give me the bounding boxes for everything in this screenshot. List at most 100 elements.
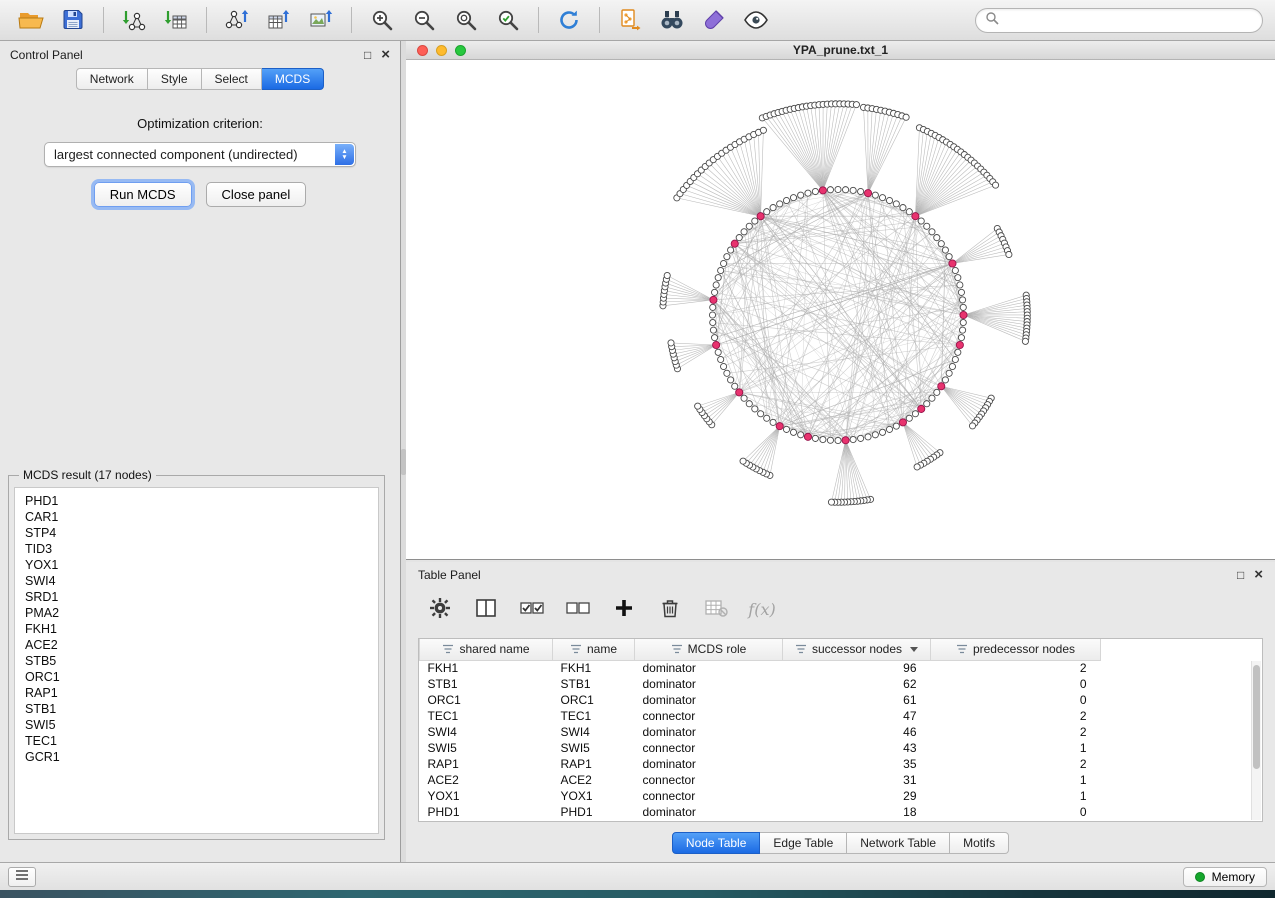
close-window-icon[interactable] — [417, 45, 428, 56]
table-row[interactable]: TEC1 TEC1 connector 47 2 — [420, 708, 1263, 724]
search-input[interactable] — [1005, 13, 1253, 27]
column-header-shared-name[interactable]: shared name — [420, 639, 553, 660]
mcds-result-item[interactable]: FKH1 — [25, 621, 378, 637]
table-row[interactable]: SWI4 SWI4 dominator 46 2 — [420, 724, 1263, 740]
table-row[interactable]: ORC1 ORC1 dominator 61 0 — [420, 692, 1263, 708]
cell-name[interactable]: YOX1 — [553, 788, 635, 804]
close-table-panel-icon[interactable]: × — [1254, 569, 1263, 581]
zoom-out-button[interactable] — [405, 4, 443, 36]
cell-name[interactable]: SWI5 — [553, 740, 635, 756]
cell-mcds-role[interactable]: connector — [635, 772, 783, 788]
cell-name[interactable]: RAP1 — [553, 756, 635, 772]
maximize-window-icon[interactable] — [455, 45, 466, 56]
close-panel-button[interactable]: Close panel — [206, 182, 307, 207]
table-row[interactable]: STB1 STB1 dominator 62 0 — [420, 676, 1263, 692]
cell-successor-nodes[interactable]: 18 — [783, 804, 931, 820]
cell-mcds-role[interactable]: dominator — [635, 724, 783, 740]
show-graphics-details-button[interactable] — [737, 4, 775, 36]
mcds-result-item[interactable]: SWI4 — [25, 573, 378, 589]
mcds-result-item[interactable]: TID3 — [25, 541, 378, 557]
cell-mcds-role[interactable]: connector — [635, 708, 783, 724]
mcds-result-item[interactable]: STP4 — [25, 525, 378, 541]
cell-shared-name[interactable]: STB1 — [420, 676, 553, 692]
cell-successor-nodes[interactable]: 29 — [783, 788, 931, 804]
mcds-result-item[interactable]: SRD1 — [25, 589, 378, 605]
cell-successor-nodes[interactable]: 43 — [783, 740, 931, 756]
show-columns-button[interactable] — [468, 592, 504, 626]
select-all-button[interactable] — [514, 592, 550, 626]
cell-shared-name[interactable]: ACE2 — [420, 772, 553, 788]
deselect-all-button[interactable] — [560, 592, 596, 626]
cell-predecessor-nodes[interactable]: 1 — [931, 772, 1101, 788]
cell-predecessor-nodes[interactable]: 0 — [931, 692, 1101, 708]
cell-name[interactable]: ACE2 — [553, 772, 635, 788]
cell-name[interactable]: STB1 — [553, 676, 635, 692]
float-panel-icon[interactable]: □ — [364, 49, 371, 61]
cell-predecessor-nodes[interactable]: 0 — [931, 676, 1101, 692]
cell-shared-name[interactable]: ORC1 — [420, 692, 553, 708]
export-table-button[interactable] — [260, 4, 298, 36]
cell-mcds-role[interactable]: connector — [635, 740, 783, 756]
cell-predecessor-nodes[interactable]: 2 — [931, 756, 1101, 772]
cell-successor-nodes[interactable]: 31 — [783, 772, 931, 788]
cell-mcds-role[interactable]: dominator — [635, 756, 783, 772]
cell-shared-name[interactable]: PHD1 — [420, 804, 553, 820]
tab-node-table[interactable]: Node Table — [672, 832, 761, 854]
open-file-button[interactable] — [12, 4, 50, 36]
mcds-result-item[interactable]: ORC1 — [25, 669, 378, 685]
mcds-result-item[interactable]: STB1 — [25, 701, 378, 717]
column-header-successor-nodes[interactable]: successor nodes — [783, 639, 931, 660]
table-row[interactable]: RAP1 RAP1 dominator 35 2 — [420, 756, 1263, 772]
close-panel-icon[interactable]: × — [381, 49, 390, 61]
import-table-button[interactable] — [157, 4, 195, 36]
function-builder-button[interactable]: f(x) — [744, 592, 780, 626]
cell-predecessor-nodes[interactable]: 2 — [931, 660, 1101, 676]
zoom-fit-button[interactable] — [447, 4, 485, 36]
cell-mcds-role[interactable]: dominator — [635, 660, 783, 676]
cell-successor-nodes[interactable]: 96 — [783, 660, 931, 676]
cell-successor-nodes[interactable]: 35 — [783, 756, 931, 772]
mcds-result-item[interactable]: GCR1 — [25, 749, 378, 765]
add-column-button[interactable] — [606, 592, 642, 626]
table-row[interactable]: PHD1 PHD1 dominator 18 0 — [420, 804, 1263, 820]
share-network-button[interactable] — [611, 4, 649, 36]
cell-mcds-role[interactable]: dominator — [635, 676, 783, 692]
delete-table-button[interactable] — [698, 592, 734, 626]
mcds-result-item[interactable]: SWI5 — [25, 717, 378, 733]
mcds-result-item[interactable]: PMA2 — [25, 605, 378, 621]
table-row[interactable]: YOX1 YOX1 connector 29 1 — [420, 788, 1263, 804]
mcds-result-item[interactable]: RAP1 — [25, 685, 378, 701]
mcds-result-item[interactable]: TEC1 — [25, 733, 378, 749]
cell-name[interactable]: TEC1 — [553, 708, 635, 724]
float-table-panel-icon[interactable]: □ — [1237, 569, 1244, 581]
cell-mcds-role[interactable]: dominator — [635, 804, 783, 820]
cell-shared-name[interactable]: TEC1 — [420, 708, 553, 724]
cell-shared-name[interactable]: YOX1 — [420, 788, 553, 804]
cell-predecessor-nodes[interactable]: 1 — [931, 788, 1101, 804]
find-button[interactable] — [653, 4, 691, 36]
cell-shared-name[interactable]: SWI4 — [420, 724, 553, 740]
memory-button[interactable]: Memory — [1183, 867, 1267, 887]
run-mcds-button[interactable]: Run MCDS — [94, 182, 192, 207]
column-header-mcds-role[interactable]: MCDS role — [635, 639, 783, 660]
import-network-button[interactable] — [115, 4, 153, 36]
export-network-button[interactable] — [218, 4, 256, 36]
tab-select[interactable]: Select — [202, 68, 262, 90]
mcds-result-item[interactable]: ACE2 — [25, 637, 378, 653]
cell-shared-name[interactable]: SWI5 — [420, 740, 553, 756]
status-menu-button[interactable] — [8, 867, 36, 887]
mcds-result-item[interactable]: CAR1 — [25, 509, 378, 525]
cell-name[interactable]: SWI4 — [553, 724, 635, 740]
network-graph[interactable] — [406, 61, 1275, 559]
cell-shared-name[interactable]: FKH1 — [420, 660, 553, 676]
cell-successor-nodes[interactable]: 61 — [783, 692, 931, 708]
network-canvas[interactable] — [406, 61, 1275, 559]
zoom-in-button[interactable] — [363, 4, 401, 36]
cell-name[interactable]: ORC1 — [553, 692, 635, 708]
cell-successor-nodes[interactable]: 62 — [783, 676, 931, 692]
table-row[interactable]: SWI5 SWI5 connector 43 1 — [420, 740, 1263, 756]
table-scrollbar[interactable] — [1251, 661, 1261, 820]
mcds-result-item[interactable]: PHD1 — [25, 493, 378, 509]
save-session-button[interactable] — [54, 4, 92, 36]
tab-motifs[interactable]: Motifs — [950, 832, 1009, 854]
